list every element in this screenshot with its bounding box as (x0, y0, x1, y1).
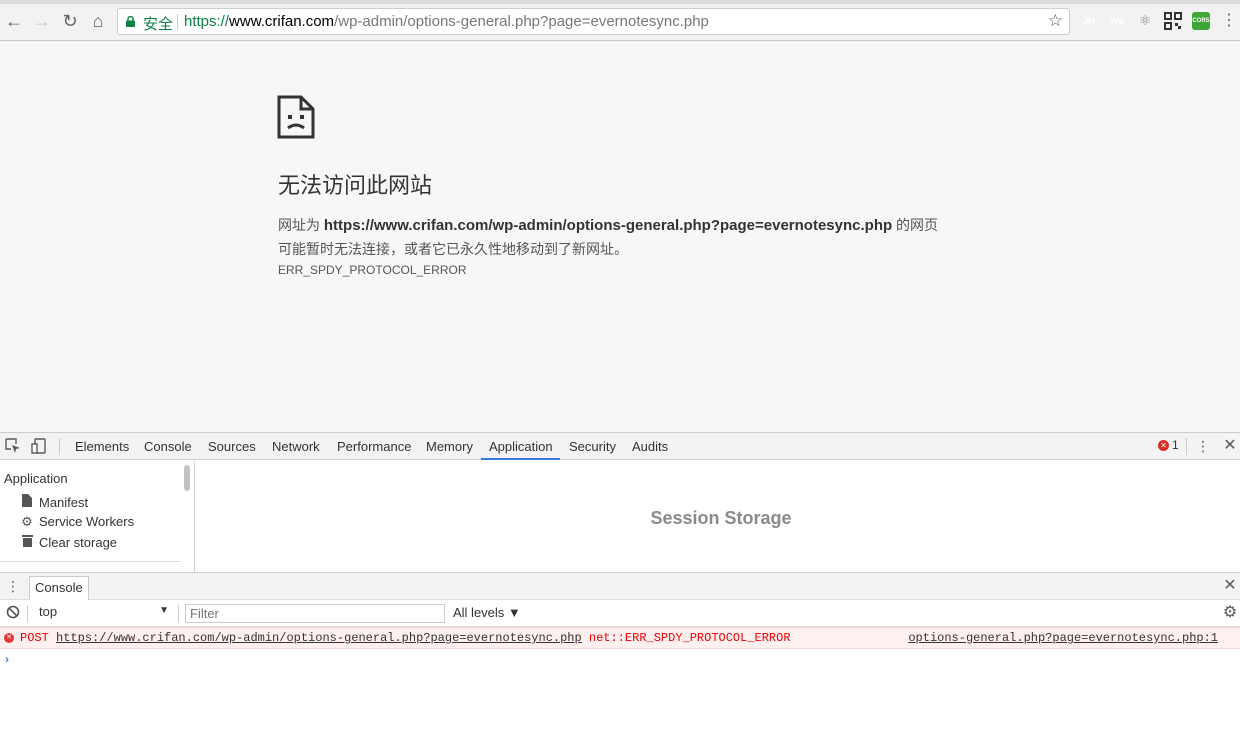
tab-elements[interactable]: Elements (75, 433, 129, 460)
sad-document-icon (277, 95, 315, 139)
sidebar-item-label: Service Workers (39, 514, 135, 529)
sidebar-item-service-workers[interactable]: ⚙ Service Workers (20, 514, 134, 530)
wa-extension-icon[interactable]: Wa (1108, 12, 1126, 30)
chevron-down-icon: ▼ (159, 605, 169, 616)
url-path: /wp-admin/options-general.php?page=evern… (334, 13, 709, 30)
console-toolbar-divider-2 (178, 605, 179, 622)
reload-icon[interactable]: ↻ (60, 10, 80, 32)
devtools-menu-icon[interactable]: ⋮ (1195, 438, 1211, 454)
console-drawer: ⋮ Console ✕ top ▼ All levels ▼ ⚙ ✕ POST h… (0, 572, 1240, 743)
error-description-line2: 可能暂时无法连接，或者它已永久性地移动到了新网址。 (278, 241, 628, 257)
toolbar-divider (59, 438, 60, 455)
secure-label: 安全 (143, 16, 174, 33)
drawer-menu-icon[interactable]: ⋮ (5, 578, 21, 594)
qr-code-extension-icon[interactable] (1164, 12, 1182, 30)
console-prompt[interactable]: › (5, 652, 9, 666)
react-extension-icon[interactable]: ⚛ (1136, 12, 1154, 30)
console-error-message: ✕ POST https://www.crifan.com/wp-admin/o… (0, 627, 1240, 649)
context-value: top (39, 604, 58, 619)
tab-performance[interactable]: Performance (337, 433, 411, 460)
gear-icon: ⚙ (21, 514, 33, 529)
tab-application[interactable]: Application (481, 433, 560, 460)
document-icon (20, 494, 34, 510)
error-count-badge[interactable]: ✕ 1 (1158, 438, 1179, 452)
inspect-element-icon[interactable] (5, 438, 21, 454)
home-icon[interactable]: ⌂ (88, 10, 108, 32)
forward-icon[interactable]: → (32, 10, 52, 32)
sidebar-scrollbar[interactable] (184, 465, 190, 491)
cors-extension-icon[interactable]: CORS (1192, 12, 1210, 30)
session-storage-title: Session Storage (650, 508, 792, 528)
address-divider (177, 14, 178, 30)
close-devtools-icon[interactable]: ✕ (1222, 438, 1238, 454)
close-drawer-icon[interactable]: ✕ (1222, 578, 1238, 594)
address-bar[interactable]: 安全 https://www.crifan.com/wp-admin/optio… (117, 8, 1070, 35)
error-x-icon: ✕ (1158, 440, 1169, 451)
jh-extension-icon[interactable]: JH (1080, 12, 1098, 30)
error-page: 无法访问此网站 网址为 https://www.crifan.com/wp-ad… (0, 41, 1240, 432)
tab-sources[interactable]: Sources (208, 433, 256, 460)
url-scheme: https:// (184, 13, 230, 30)
context-select[interactable]: top ▼ (33, 604, 173, 623)
application-main-pane: Session Storage (196, 461, 1240, 572)
drawer-tab-bar: ⋮ Console ✕ (0, 573, 1240, 600)
console-settings-gear-icon[interactable]: ⚙ (1222, 605, 1238, 621)
sidebar-item-clear-storage[interactable]: Clear storage (20, 534, 117, 550)
lock-icon (126, 16, 135, 27)
error-icon: ✕ (4, 633, 14, 643)
back-icon[interactable]: ← (4, 10, 24, 32)
sidebar-item-label: Clear storage (39, 535, 118, 550)
console-toolbar-divider (27, 605, 28, 622)
cors-extension-label: CORS (1192, 18, 1210, 24)
url-host: www.crifan.com (229, 13, 335, 30)
sidebar-item-manifest[interactable]: Manifest (20, 494, 88, 510)
device-toolbar-icon[interactable] (31, 438, 47, 454)
error-count: 1 (1172, 438, 1179, 452)
tab-console[interactable]: Console (144, 433, 192, 460)
error-title: 无法访问此网站 (278, 173, 433, 198)
drawer-tab-console[interactable]: Console (29, 576, 89, 600)
message-method: POST (20, 631, 49, 645)
qr-code-icon (1164, 12, 1182, 30)
error-url: https://www.crifan.com/wp-admin/options-… (323, 217, 893, 234)
console-toolbar: top ▼ All levels ▼ ⚙ (0, 600, 1240, 627)
tab-network[interactable]: Network (272, 433, 320, 460)
devtools-panel: Elements Console Sources Network Perform… (0, 432, 1240, 743)
message-text: POST https://www.crifan.com/wp-admin/opt… (20, 631, 791, 645)
browser-menu-icon[interactable]: ⋮ (1219, 10, 1239, 32)
sidebar-item-label: Manifest (39, 495, 89, 510)
trash-icon (20, 534, 34, 550)
url-text[interactable]: https://www.crifan.com/wp-admin/options-… (184, 13, 709, 30)
jh-extension-label: JH (1083, 16, 1095, 26)
error-description: 网址为 https://www.crifan.com/wp-admin/opti… (278, 215, 938, 235)
tab-memory[interactable]: Memory (426, 433, 473, 460)
bookmark-star-icon[interactable]: ☆ (1048, 11, 1063, 31)
browser-toolbar: ← → ↻ ⌂ 安全 https://www.crifan.com/wp-adm… (0, 0, 1240, 41)
tab-strip (0, 0, 1240, 4)
message-source-link[interactable]: options-general.php?page=evernotesync.ph… (908, 631, 1218, 645)
sidebar-divider (0, 561, 181, 562)
message-error: net::ERR_SPDY_PROTOCOL_ERROR (588, 631, 791, 645)
error-description-prefix: 网址为 (278, 217, 324, 233)
error-code: ERR_SPDY_PROTOCOL_ERROR (278, 263, 467, 277)
wa-extension-label: Wa (1110, 16, 1124, 26)
message-url-link[interactable]: https://www.crifan.com/wp-admin/options-… (56, 631, 582, 645)
error-description-suffix: 的网页 (892, 217, 939, 233)
sidebar-heading[interactable]: Application (4, 471, 68, 486)
application-sidebar: Application Manifest ⚙ Service Workers Cl… (0, 461, 195, 572)
filter-input[interactable] (185, 604, 445, 623)
tab-security[interactable]: Security (569, 433, 616, 460)
toolbar-divider-right (1186, 438, 1187, 455)
log-levels-select[interactable]: All levels ▼ (453, 605, 521, 620)
clear-console-icon[interactable] (5, 605, 21, 621)
tab-audits[interactable]: Audits (632, 433, 668, 460)
devtools-toolbar: Elements Console Sources Network Perform… (0, 433, 1240, 460)
